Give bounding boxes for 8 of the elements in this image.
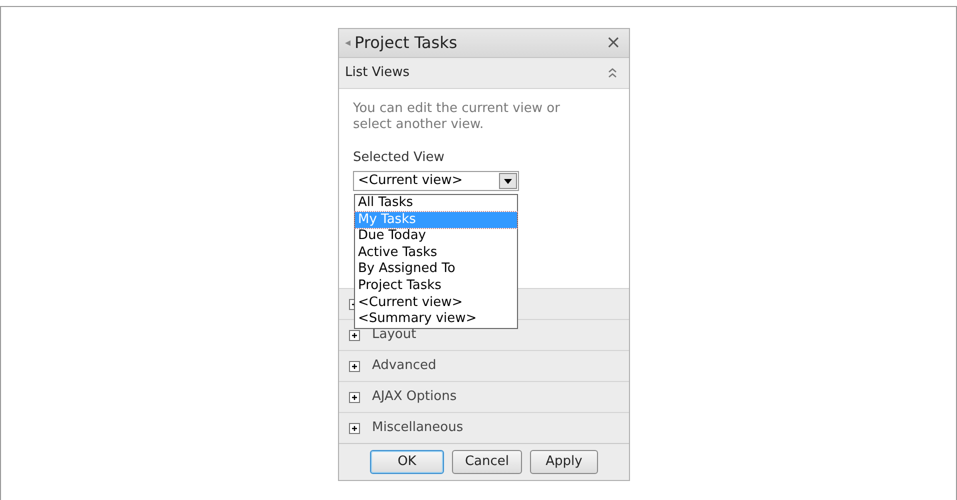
section-title: Layout [372,326,416,344]
field-label: Selected View [353,148,446,166]
section-title: Advanced [372,357,436,376]
pane-title: Project Tasks [354,32,458,54]
section-title: List Views [345,64,410,82]
section-title: AJAX Options [372,388,457,406]
section-title: Miscellaneous [372,419,464,438]
description-text: You can edit the current view or select another view. [353,101,561,134]
